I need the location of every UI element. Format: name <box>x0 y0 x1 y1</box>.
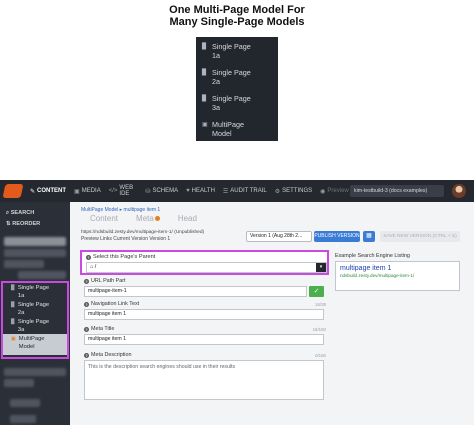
help-icon: ? <box>84 301 89 307</box>
sidebar-item-single-page-1a[interactable]: ▉ Single Page 1a <box>3 283 67 300</box>
mini-item-single-page-3a[interactable]: ▉ Single Page 3a <box>196 94 278 120</box>
nav-char-count: 16/38 <box>315 302 326 307</box>
code-icon: </> <box>108 188 118 194</box>
eye-icon: ◉ <box>320 188 326 195</box>
seo-listing-label: Example Search Engine Listing <box>335 253 410 259</box>
sidebar-item-multipage-model[interactable]: ▣ MultiPage Model <box>3 334 67 355</box>
page-icon: ▉ <box>11 319 15 325</box>
mini-item-single-page-1a[interactable]: ▉ Single Page 1a <box>196 42 278 68</box>
heart-icon: ♥ <box>186 188 190 194</box>
content-sidebar: ⌕ SEARCH ⇅ REORDER ▉ Single Page 1a ▉ Singl… <box>0 202 70 425</box>
nav-settings[interactable]: ⚙ SETTINGS <box>275 188 312 195</box>
page-icon: ▉ <box>202 96 207 102</box>
parent-select-highlight: ? Select this Page's Parent ⌂ / ▾ <box>80 250 329 275</box>
heading-line-2: Many Single-Page Models <box>169 16 305 28</box>
top-navigation-bar: ✎ CONTENT ▣ MEDIA </> WEB IDE ⛁ SCHEMA ♥ HEAL… <box>0 180 474 202</box>
blurred-item <box>4 260 44 268</box>
chevron-down-icon[interactable]: ▾ <box>316 263 326 272</box>
main-nav: ✎ CONTENT ▣ MEDIA </> WEB IDE ⛁ SCHEMA ♥ HEAL… <box>26 185 353 197</box>
meta-title-label: ? Meta Title <box>84 326 115 332</box>
seo-url: ndsbuild.zesty.dev/multipage-item-1/ <box>340 273 415 278</box>
page-icon: ▉ <box>202 70 207 76</box>
publish-button[interactable]: PUBLISH VERSION 1 <box>314 231 360 250</box>
help-icon: ? <box>84 278 89 284</box>
sidebar-item-single-page-3a[interactable]: ▉ Single Page 3a <box>3 317 67 334</box>
live-url[interactable]: https://ndsbuild.zesty.dev/multipage-ite… <box>81 230 204 235</box>
blurred-lower-list <box>0 362 70 425</box>
cms-app-window: ✎ CONTENT ▣ MEDIA </> WEB IDE ⛁ SCHEMA ♥ HEAL… <box>0 180 474 425</box>
heading-line-1: One Multi-Page Model For <box>169 4 305 16</box>
editor-tabs: Content Meta Head <box>90 214 215 223</box>
sidebar-search[interactable]: ⌕ SEARCH <box>0 208 70 219</box>
page-heading: One Multi-Page Model For Many Single-Pag… <box>0 4 474 28</box>
nav-web-ide[interactable]: </> WEB IDE <box>109 185 138 197</box>
page-icon: ▉ <box>202 44 207 50</box>
mini-sidebar-menu: ▉ Single Page 1a ▉ Single Page 2a ▉ Single… <box>196 37 278 141</box>
sidebar-reorder[interactable]: ⇅ REORDER <box>0 219 70 230</box>
alert-dot-icon <box>154 216 160 221</box>
pencil-icon: ✎ <box>30 188 36 195</box>
meta-title-char-count: 16/150 <box>312 327 326 332</box>
mini-item-multipage-model[interactable]: ▣ MultiPage Model <box>196 120 278 146</box>
nav-preview[interactable]: ◉ Preview <box>320 188 349 195</box>
tab-head[interactable]: Head <box>178 214 197 223</box>
brand-logo[interactable] <box>2 184 24 198</box>
blurred-item <box>18 271 66 279</box>
parent-select[interactable]: ⌂ / ▾ <box>86 262 327 273</box>
schedule-calendar-button[interactable]: ▦ <box>363 231 375 242</box>
tab-meta[interactable]: Meta <box>136 214 160 223</box>
help-icon: ? <box>84 326 89 332</box>
meta-description-textarea[interactable]: This is the description search engines s… <box>84 360 324 400</box>
list-icon: ☰ <box>222 188 229 195</box>
mini-item-single-page-2a[interactable]: ▉ Single Page 2a <box>196 68 278 94</box>
database-icon: ⛁ <box>145 188 151 195</box>
breadcrumb[interactable]: MultiPage Model ▸ multipage item 1 <box>81 207 160 213</box>
nav-content[interactable]: ✎ CONTENT <box>30 188 66 195</box>
parent-label: ? Select this Page's Parent <box>86 254 156 260</box>
sidebar-highlight-box: ▉ Single Page 1a ▉ Single Page 2a ▉ Single Pa… <box>1 281 69 359</box>
seo-title: multipage item 1 <box>340 265 392 272</box>
save-button[interactable]: SAVE NEW VERSION (CTRL + S) <box>380 231 460 242</box>
version-select[interactable]: Version 1 (Aug 28th 2... <box>246 231 312 242</box>
page-icon: ▉ <box>11 285 15 291</box>
multipage-icon: ▣ <box>202 122 208 128</box>
nav-schema[interactable]: ⛁ SCHEMA <box>145 188 178 195</box>
url-path-label: ? URL Path Part <box>84 278 126 284</box>
editor-pane: MultiPage Model ▸ multipage item 1 Conte… <box>76 202 474 425</box>
blurred-item <box>4 249 66 257</box>
help-icon: ? <box>86 254 91 260</box>
nav-link-input[interactable]: multipage item 1 <box>84 309 324 320</box>
meta-title-input[interactable]: multipage item 1 <box>84 334 324 345</box>
tab-content[interactable]: Content <box>90 214 118 223</box>
seo-listing-preview: multipage item 1 ndsbuild.zesty.dev/mult… <box>335 261 460 291</box>
page-icon: ▉ <box>11 302 15 308</box>
site-selector[interactable]: kim-testbuild-3 (docs examples) <box>350 185 444 197</box>
blurred-item <box>4 237 66 246</box>
calendar-icon: ▦ <box>366 233 372 239</box>
help-icon: ? <box>84 352 89 358</box>
meta-description-char-count: 0/160 <box>315 353 326 358</box>
image-icon: ▣ <box>74 188 80 195</box>
meta-description-label: ? Meta Description <box>84 352 132 358</box>
confirm-path-button[interactable]: ✓ <box>309 286 324 297</box>
preview-links[interactable]: Preview Links Current Version Version 1 <box>81 236 170 242</box>
user-avatar[interactable] <box>452 184 466 198</box>
gear-icon: ⚙ <box>274 188 281 195</box>
nav-link-label: ? Navigation Link Text <box>84 301 140 307</box>
multipage-icon: ▣ <box>11 336 16 342</box>
nav-media[interactable]: ▣ MEDIA <box>74 188 101 195</box>
check-icon: ✓ <box>313 288 320 295</box>
nav-health[interactable]: ♥ HEALTH <box>186 188 215 194</box>
url-path-input[interactable]: multipage-item-1 <box>84 286 307 297</box>
sidebar-item-single-page-2a[interactable]: ▉ Single Page 2a <box>3 300 67 317</box>
nav-audit-trail[interactable]: ☰ AUDIT TRAIL <box>223 188 267 195</box>
